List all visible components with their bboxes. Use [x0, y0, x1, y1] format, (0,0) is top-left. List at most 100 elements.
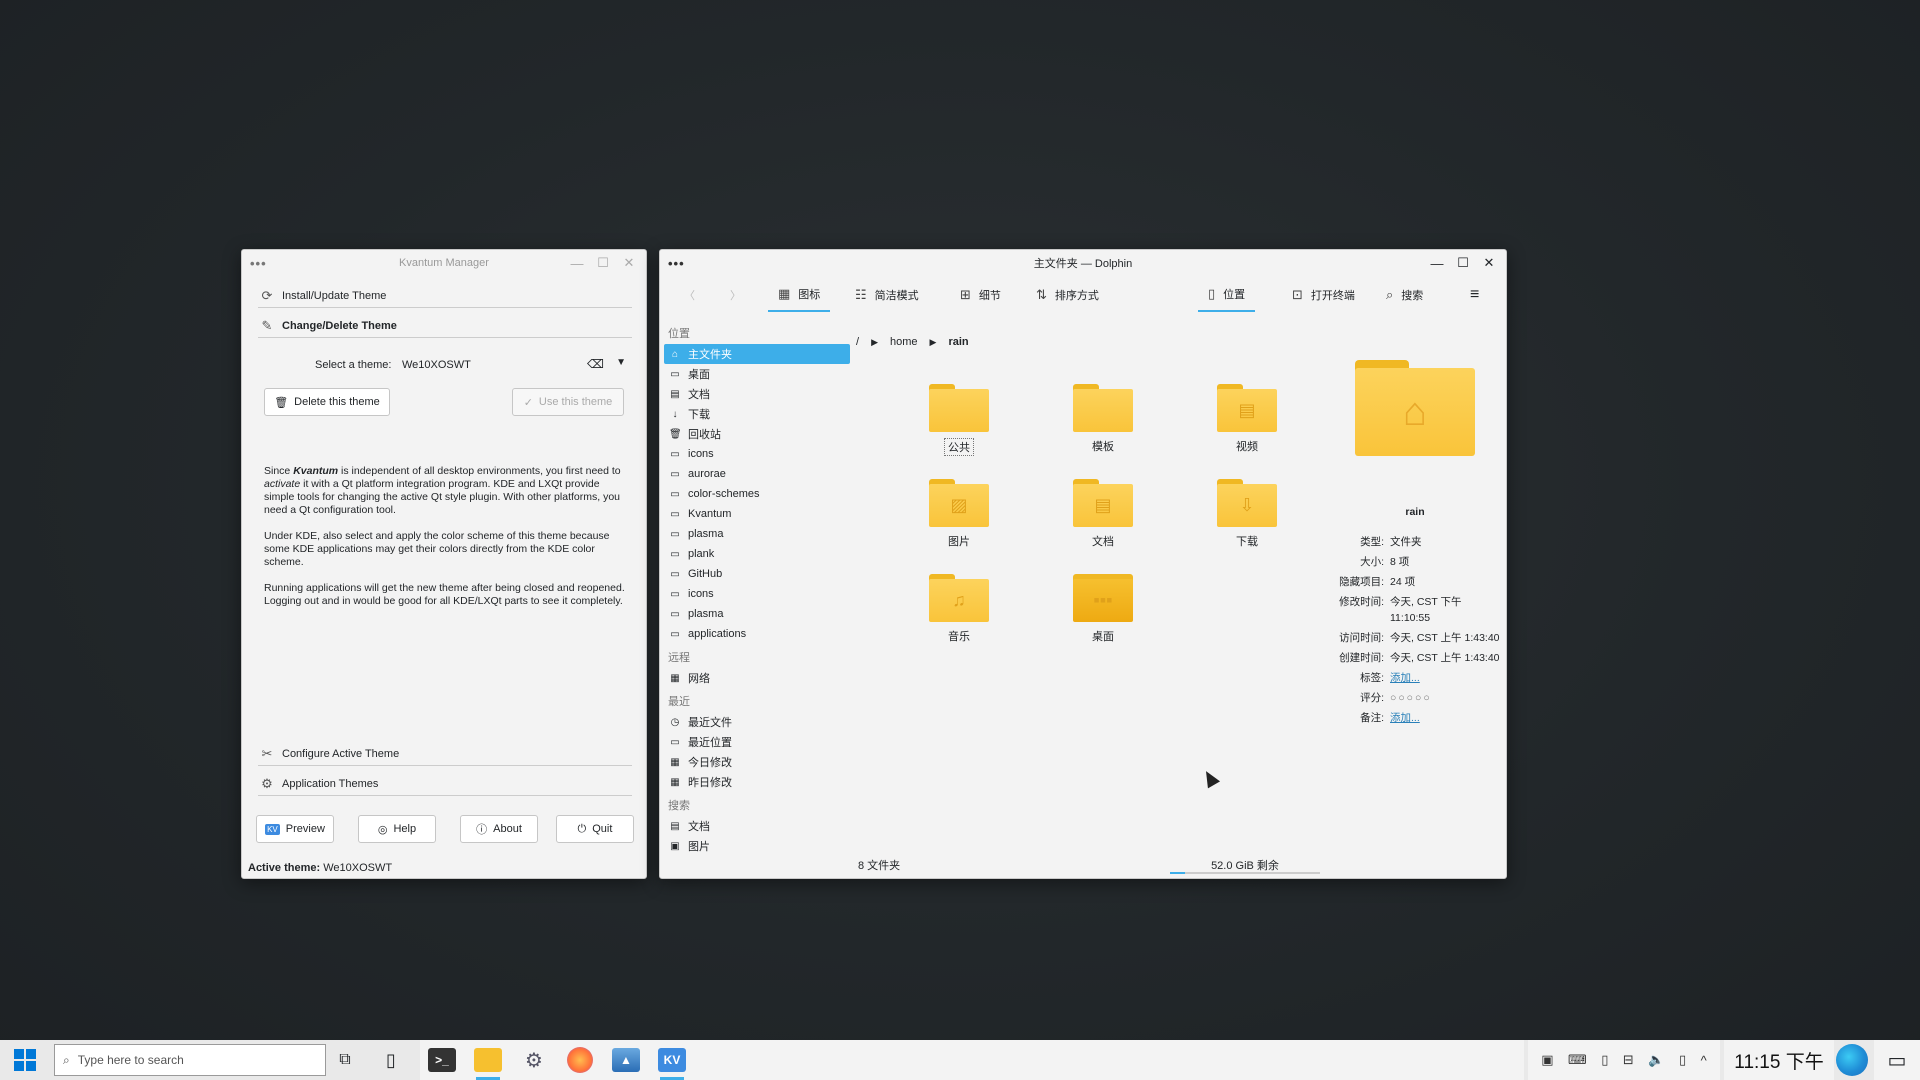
clock[interactable]: 11:15 下午 [1724, 1040, 1834, 1080]
task-view-button[interactable]: ⧉ [328, 1040, 362, 1080]
minimize-icon[interactable]: — [1426, 253, 1448, 273]
kvantum-titlebar[interactable]: ••• Kvantum Manager — ☐ ✕ [242, 250, 646, 276]
phone-icon[interactable]: ▯ [1679, 1052, 1686, 1068]
folder-item[interactable]: ⇩ 下载 [1192, 479, 1302, 549]
folder-item[interactable]: 公共 [904, 384, 1014, 456]
chevron-right-icon[interactable]: ▶ [871, 337, 878, 348]
folder-item[interactable]: ▪▪▪ 桌面 [1048, 574, 1158, 644]
rating-stars[interactable]: ○○○○○ [1390, 690, 1500, 706]
folder-item[interactable]: ▤ 视频 [1192, 384, 1302, 454]
breadcrumb-home[interactable]: home [890, 336, 918, 348]
places-toggle-button[interactable]: ▯ 位置 [1198, 278, 1256, 312]
start-button[interactable] [0, 1040, 50, 1080]
place-modified-yesterday[interactable]: ▦ 昨日修改 [664, 772, 850, 792]
place-plasma[interactable]: ▭ plasma [664, 524, 850, 544]
virtual-desktops-button[interactable]: ▯ [368, 1040, 414, 1080]
info-row-hidden: 隐藏项目: 24 项 [1339, 576, 1416, 588]
close-icon[interactable]: ✕ [1478, 253, 1500, 273]
place-color-schemes[interactable]: ▭ color-schemes [664, 484, 850, 504]
place-downloads[interactable]: ↓ 下载 [664, 404, 850, 424]
dolphin-app[interactable] [468, 1044, 508, 1080]
place-icons[interactable]: ▭ icons [664, 444, 850, 464]
place-plank[interactable]: ▭ plank [664, 544, 850, 564]
folder-item[interactable]: ▤ 文档 [1048, 479, 1158, 549]
edge-icon[interactable] [1836, 1044, 1868, 1076]
terminal-app[interactable]: >_ [422, 1044, 462, 1076]
notifications-button[interactable]: ▭ [1874, 1040, 1920, 1080]
forward-button[interactable]: 〉 [720, 278, 751, 312]
add-comment-link[interactable]: 添加... [1390, 710, 1500, 726]
place-network[interactable]: ▦ 网络 [664, 668, 850, 688]
section-install-theme[interactable]: ⟳ Install/Update Theme [258, 284, 632, 308]
place-documents[interactable]: ▤ 文档 [664, 384, 850, 404]
taskbar-search-box[interactable]: ⌕ Type here to search [54, 1044, 326, 1076]
keyboard-icon[interactable]: ⌨ [1568, 1052, 1587, 1068]
folder-item[interactable]: ▨ 图片 [904, 479, 1014, 549]
kvantum-manager-window: ••• Kvantum Manager — ☐ ✕ ⟳ Install/Upda… [241, 249, 647, 879]
firefox-app[interactable] [560, 1044, 600, 1076]
kvantum-app[interactable]: KV [652, 1044, 692, 1080]
usb-icon[interactable]: ▯ [1601, 1052, 1608, 1068]
view-details-button[interactable]: ⊞ 细节 [950, 278, 1011, 312]
maximize-icon[interactable]: ☐ [592, 253, 614, 273]
place-trash[interactable]: 🗑 回收站 [664, 424, 850, 444]
back-button[interactable]: 〈 [674, 278, 705, 312]
chevron-right-icon[interactable]: ▶ [930, 337, 937, 348]
place-github[interactable]: ▭ GitHub [664, 564, 850, 584]
preview-button[interactable]: KV Preview [256, 815, 334, 843]
dolphin-titlebar[interactable]: ••• 主文件夹 — Dolphin — ☐ ✕ [660, 250, 1506, 276]
clear-icon[interactable]: ⌫ [587, 357, 604, 371]
folder-item[interactable]: 模板 [1048, 384, 1158, 454]
window-menu-icon[interactable]: ••• [668, 256, 685, 271]
settings-app[interactable]: ⚙ [514, 1044, 554, 1076]
open-terminal-button[interactable]: ⊡ 打开终端 [1282, 278, 1365, 312]
toolbar-label: 打开终端 [1310, 290, 1355, 302]
place-aurorae[interactable]: ▭ aurorae [664, 464, 850, 484]
maximize-icon[interactable]: ☐ [1452, 253, 1474, 273]
place-desktop[interactable]: ▭ 桌面 [664, 364, 850, 384]
place-applications[interactable]: ▭ applications [664, 624, 850, 644]
place-recent-locations[interactable]: ▭ 最近位置 [664, 732, 850, 752]
place-modified-today[interactable]: ▦ 今日修改 [664, 752, 850, 772]
view-compact-button[interactable]: ☷ 简洁模式 [845, 278, 929, 312]
place-label: 桌面 [688, 369, 710, 381]
folder-icon [929, 384, 989, 432]
place-recent-files[interactable]: ◷ 最近文件 [664, 712, 850, 732]
image-icon: ▣ [670, 840, 680, 852]
theme-combobox[interactable]: We10XOSWT ⌫ ▼ [402, 354, 632, 376]
close-icon[interactable]: ✕ [618, 253, 640, 273]
window-menu-icon[interactable]: ••• [250, 256, 267, 271]
network-icon[interactable]: ⊟ [1623, 1052, 1634, 1068]
view-icons-button[interactable]: ▦ 图标 [768, 278, 831, 312]
folder-icon: ▭ [670, 508, 680, 520]
place-icons-2[interactable]: ▭ icons [664, 584, 850, 604]
chevron-up-icon[interactable]: ^ [1701, 1053, 1707, 1068]
folder-label: 音乐 [948, 631, 970, 643]
downloads-folder-icon: ⇩ [1217, 479, 1277, 527]
search-button[interactable]: ⌕ 搜索 [1376, 278, 1433, 312]
place-search-images[interactable]: ▣ 图片 [664, 836, 850, 856]
place-plasma-2[interactable]: ▭ plasma [664, 604, 850, 624]
hamburger-menu-button[interactable]: ≡ [1460, 278, 1489, 312]
use-theme-button[interactable]: ✓ Use this theme [512, 388, 624, 416]
quit-button[interactable]: ⏻ Quit [556, 815, 634, 843]
sort-button[interactable]: ⇅ 排序方式 [1026, 278, 1109, 312]
help-button[interactable]: ◎ Help [358, 815, 436, 843]
section-application-themes[interactable]: ⚙ Application Themes [258, 772, 632, 796]
place-home[interactable]: ⌂ 主文件夹 [664, 344, 850, 364]
breadcrumb-rain[interactable]: rain [948, 336, 968, 348]
add-tag-link[interactable]: 添加... [1390, 670, 1500, 686]
place-kvantum[interactable]: ▭ Kvantum [664, 504, 850, 524]
section-change-theme[interactable]: ✎ Change/Delete Theme [258, 314, 632, 338]
delete-theme-button[interactable]: 🗑 Delete this theme [264, 388, 390, 416]
image-viewer-app[interactable]: ▲ [606, 1044, 646, 1076]
clipboard-icon[interactable]: ▣ [1541, 1052, 1553, 1068]
chevron-down-icon[interactable]: ▼ [616, 357, 626, 368]
minimize-icon[interactable]: — [566, 253, 588, 273]
volume-icon[interactable]: 🔈 [1648, 1052, 1664, 1068]
about-button[interactable]: ⓘ About [460, 815, 538, 843]
place-search-documents[interactable]: ▤ 文档 [664, 816, 850, 836]
folder-item[interactable]: ♫ 音乐 [904, 574, 1014, 644]
section-configure-theme[interactable]: ✂ Configure Active Theme [258, 742, 632, 766]
breadcrumb-root[interactable]: / [856, 336, 859, 348]
